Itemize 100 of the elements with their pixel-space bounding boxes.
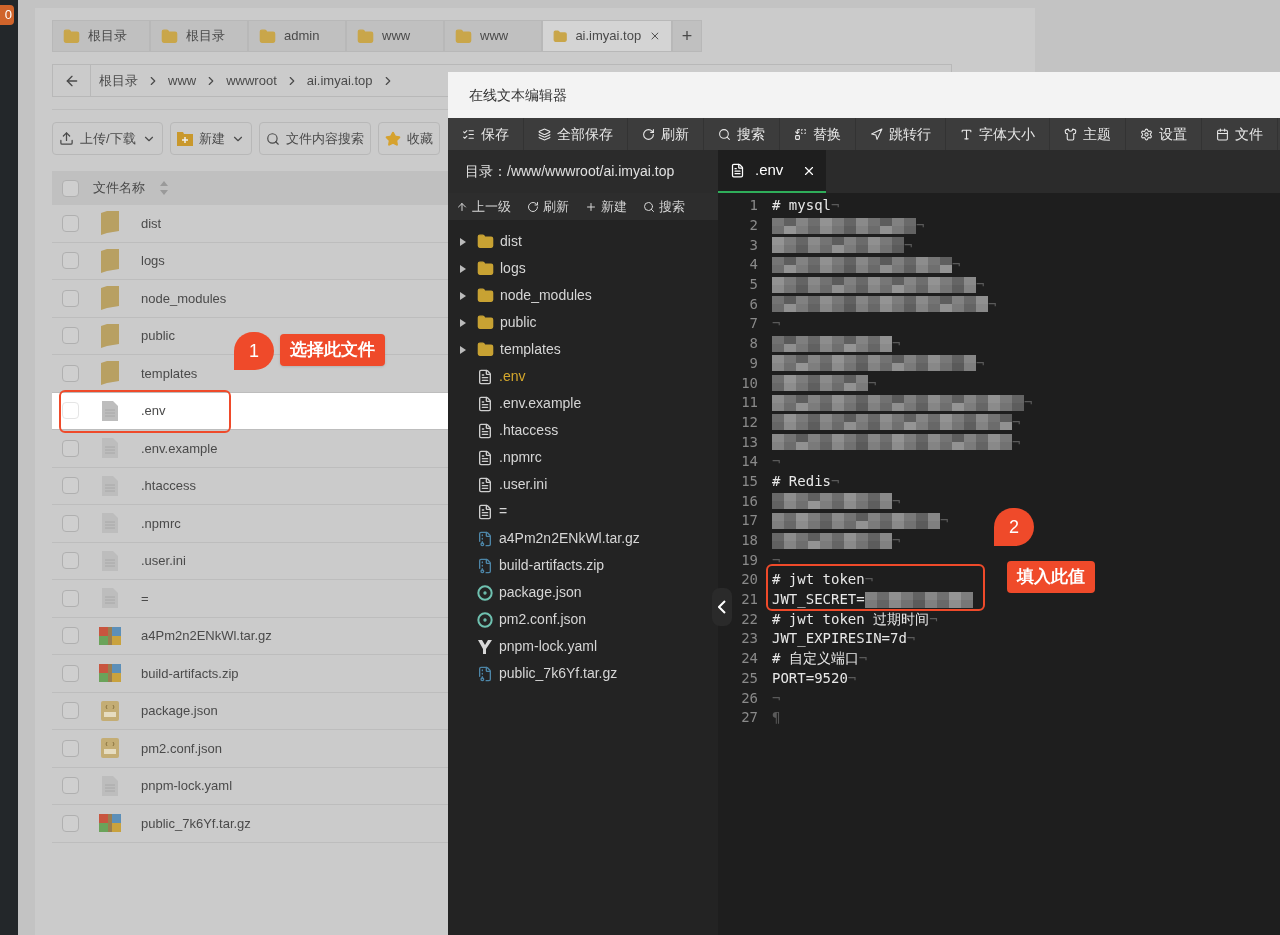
tree-toolbar-button[interactable]: 上一级 [448, 196, 519, 217]
checkbox[interactable] [62, 364, 79, 382]
file-name: build-artifacts.zip [141, 664, 239, 683]
checkbox[interactable] [62, 777, 79, 795]
tree-item[interactable]: templates [448, 336, 708, 363]
expand-triangle-icon[interactable] [459, 318, 466, 327]
json-file-icon [101, 700, 119, 721]
tree-item[interactable]: a4Pm2n2ENkWl.tar.gz [448, 525, 708, 552]
breadcrumb-link[interactable]: www [160, 70, 205, 91]
line-end-mark: ¬ [772, 688, 781, 708]
star-icon [384, 130, 401, 147]
collapse-handle[interactable] [712, 588, 732, 626]
tree-item[interactable]: build-artifacts.zip [448, 552, 708, 579]
line-number: 27 [740, 708, 758, 728]
folder-tab[interactable]: 根目录 [150, 20, 248, 52]
expand-triangle-icon[interactable] [459, 291, 466, 300]
expand-triangle-icon[interactable] [459, 237, 466, 246]
tree-item[interactable]: .env [448, 363, 708, 390]
tree-item[interactable]: node_modules [448, 282, 708, 309]
checkbox[interactable] [62, 814, 79, 832]
toolbar-button[interactable]: 上传/下载 [52, 122, 163, 155]
tree-toolbar-button[interactable]: 搜索 [635, 196, 693, 217]
file-name: templates [141, 364, 198, 383]
tree-item[interactable]: pnpm-lock.yaml [448, 633, 708, 660]
tree-item[interactable]: dist [448, 228, 708, 255]
checkbox[interactable] [62, 214, 79, 232]
line-number: 11 [740, 393, 758, 413]
document-icon [102, 588, 118, 609]
expand-triangle-icon[interactable] [459, 264, 466, 273]
tree-item[interactable]: package.json [448, 579, 708, 606]
checkbox[interactable] [62, 514, 79, 532]
sort-icon[interactable] [159, 180, 169, 196]
checkbox[interactable] [62, 289, 79, 307]
code-text: # mysql [772, 196, 831, 216]
file-tab[interactable]: .env [718, 150, 826, 193]
checkbox[interactable] [62, 664, 79, 682]
checkbox[interactable] [62, 179, 79, 197]
line-end-mark: ¶ [772, 708, 781, 728]
checkbox[interactable] [62, 477, 79, 495]
tree-item[interactable]: logs [448, 255, 708, 282]
tree-item[interactable]: public [448, 309, 708, 336]
tree-item[interactable]: .env.example [448, 390, 708, 417]
folder-tab[interactable]: 根目录 [52, 20, 150, 52]
checkbox[interactable] [62, 327, 79, 345]
file-name: public [141, 327, 175, 345]
folder-tab[interactable]: admin [248, 20, 346, 52]
line-number: 23 [740, 629, 758, 649]
breadcrumb-link[interactable]: 根目录 [91, 70, 146, 91]
window-title: 在线文本编辑器 [469, 85, 567, 105]
navigation-arrow-icon [870, 127, 883, 141]
tree-item[interactable]: .htaccess [448, 417, 708, 444]
checkbox[interactable] [62, 252, 79, 270]
tree-item-label: .htaccess [499, 421, 559, 440]
tree-item[interactable]: = [448, 498, 708, 525]
toolbar-button[interactable]: 收藏 [377, 122, 440, 155]
folder-tab[interactable]: ai.imyai.top [542, 20, 672, 52]
tree-item[interactable]: .user.ini [448, 471, 708, 498]
stack-icon [538, 127, 551, 141]
checkbox[interactable] [62, 552, 79, 570]
code-text: # Redis [772, 471, 831, 491]
line-number: 12 [740, 412, 758, 432]
file-name: package.json [141, 702, 218, 720]
checkbox[interactable] [62, 739, 79, 757]
tab-label: www [480, 27, 509, 46]
callout-label: 选择此文件 [280, 334, 385, 366]
code-text: JWT_SECRET= [772, 590, 865, 610]
toolbar-button[interactable]: 文件内容搜索 [258, 122, 371, 155]
tree-toolbar-button[interactable]: 刷新 [519, 196, 577, 217]
checkbox[interactable] [62, 702, 79, 720]
checkbox[interactable] [62, 439, 79, 457]
notification-badge: 0 [0, 5, 14, 25]
tree-item[interactable]: public_7k6Yf.tar.gz [448, 660, 708, 687]
new-tab-button[interactable]: + [672, 20, 702, 52]
line-end-mark: ¬ [892, 531, 901, 551]
json-file-icon [101, 738, 119, 759]
line-end-mark: ¬ [847, 668, 857, 688]
json-file-icon [477, 611, 493, 628]
line-end-mark: ¬ [904, 235, 913, 255]
checkbox[interactable] [62, 589, 79, 607]
folder-icon [259, 27, 276, 45]
folder-icon [455, 27, 472, 45]
tree-item[interactable]: .npmrc [448, 444, 708, 471]
checkbox[interactable] [62, 627, 79, 645]
tree-toolbar-button[interactable]: 新建 [577, 196, 635, 217]
breadcrumb-link[interactable]: ai.imyai.top [298, 70, 381, 91]
settings-icon [1140, 127, 1153, 141]
toolbar-button[interactable]: 新建 [169, 122, 252, 155]
column-header[interactable]: 文件名称 [93, 178, 145, 198]
expand-triangle-icon[interactable] [459, 345, 466, 354]
arrow-up-icon [456, 200, 468, 213]
tree-item-label: build-artifacts.zip [499, 556, 605, 575]
line-end-mark: ¬ [1012, 412, 1021, 432]
folder-tab[interactable]: www [444, 20, 542, 52]
folder-tab[interactable]: www [346, 20, 444, 52]
breadcrumb-link[interactable]: wwwroot [218, 70, 285, 91]
tree-item[interactable]: pm2.conf.json [448, 606, 708, 633]
document-icon [477, 503, 493, 520]
file-name: a4Pm2n2ENkWl.tar.gz [141, 627, 272, 645]
tree-item-label: .user.ini [499, 475, 548, 494]
file-name: = [141, 589, 149, 608]
